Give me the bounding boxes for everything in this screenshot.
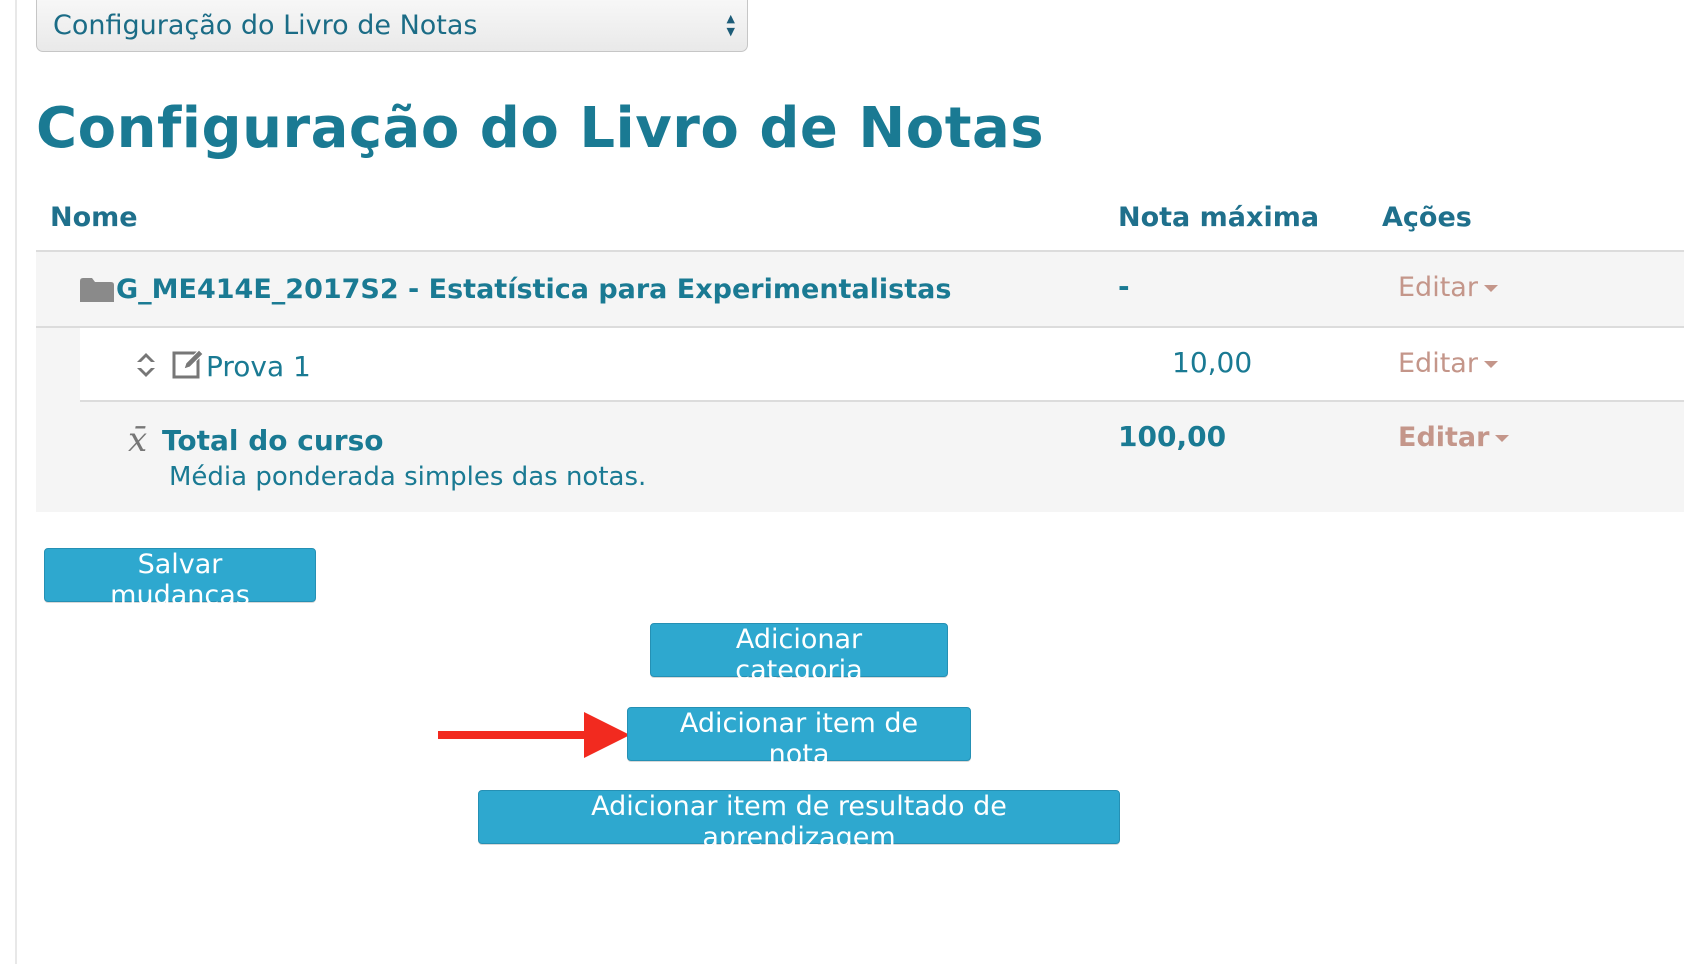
caret-down-icon [1483, 361, 1498, 368]
folder-icon [80, 278, 114, 302]
grade-item-name[interactable]: Prova 1 [206, 350, 311, 383]
caret-down-icon [1483, 285, 1498, 292]
edit-icon[interactable] [172, 348, 204, 380]
table-row-category: G_ME414E_2017S2 - Estatística para Exper… [36, 252, 1684, 328]
add-outcome-item-button[interactable]: Adicionar item de resultado de aprendiza… [478, 790, 1120, 853]
column-header-max-grade: Nota máxima [1118, 202, 1320, 233]
grade-item-edit-menu[interactable]: Editar [1398, 348, 1498, 379]
gradebook-view-select[interactable]: Configuração do Livro de Notas ▲ ▼ [36, 0, 748, 52]
x-bar-icon: x̄ [128, 420, 148, 460]
save-changes-button[interactable]: Salvar mudanças [44, 548, 316, 611]
course-total-edit-menu[interactable]: Editar [1398, 422, 1510, 453]
caret-down-icon [1495, 435, 1510, 442]
table-row-grade-item: Prova 1 10,00 Editar [36, 328, 1684, 402]
course-total-max-grade: 100,00 [1118, 420, 1227, 453]
grade-item-max-grade: 10,00 [1172, 346, 1253, 379]
select-value: Configuração do Livro de Notas [53, 10, 478, 41]
column-header-actions: Ações [1382, 202, 1472, 233]
category-max-grade: - [1118, 270, 1130, 303]
column-header-name: Nome [50, 202, 138, 233]
edit-label: Editar [1398, 348, 1478, 379]
red-arrow-annotation [438, 712, 630, 758]
page-left-border [15, 0, 17, 964]
edit-label: Editar [1398, 272, 1478, 303]
add-category-button[interactable]: Adicionar categoria [650, 623, 948, 686]
category-name[interactable]: G_ME414E_2017S2 - Estatística para Exper… [116, 274, 951, 305]
add-grade-item-button[interactable]: Adicionar item de nota [627, 707, 971, 770]
course-total-description: Média ponderada simples das notas. [169, 462, 647, 492]
select-arrows-icon: ▲ ▼ [726, 12, 735, 38]
table-row-course-total: x̄ Total do curso Média ponderada simple… [36, 402, 1684, 512]
page-title: Configuração do Livro de Notas [36, 96, 1045, 161]
course-total-name: Total do curso [162, 424, 384, 457]
edit-label: Editar [1398, 422, 1490, 453]
category-edit-menu[interactable]: Editar [1398, 272, 1498, 303]
move-icon[interactable] [134, 352, 158, 378]
